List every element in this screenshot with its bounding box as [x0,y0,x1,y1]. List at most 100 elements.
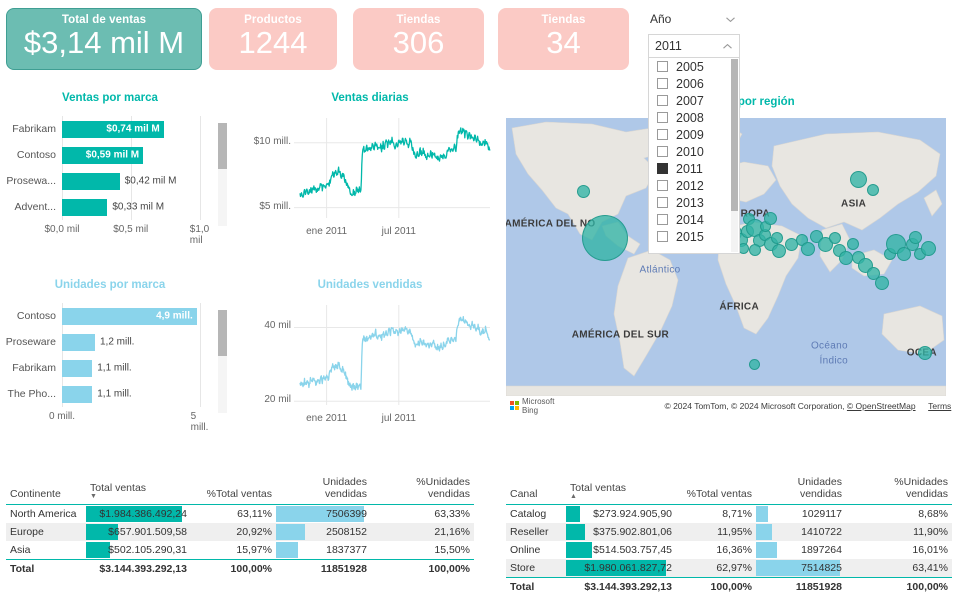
map-bubble[interactable] [800,241,815,256]
y-axis-tick-label: 40 mil [264,320,291,332]
map-bubble[interactable] [771,231,784,244]
map-bubble[interactable] [582,214,628,261]
bar-fill[interactable] [62,172,120,190]
map-bubble[interactable] [908,231,922,245]
bar-row[interactable]: Fabrikam 1,1 mill. [4,359,216,377]
slicer-option-2012[interactable]: 2012 [649,177,739,194]
table-row[interactable]: Reseller $375.902.801,06 11,95% 1410722 11,9… [506,523,952,541]
column-header-4[interactable]: %Unidades vendidas [371,474,474,505]
column-header-1[interactable]: Total ventas ▲ [566,474,676,505]
map-bubble[interactable] [749,244,762,257]
slicer-scrollbar-thumb[interactable] [731,59,738,211]
total-cell: 100,00% [676,577,756,596]
checkbox-icon[interactable] [657,146,668,157]
map-bubble[interactable] [763,211,777,225]
scrollbar-thumb[interactable] [218,310,227,356]
table-row[interactable]: Catalog $273.924.905,90 8,71% 1029117 8,68% [506,505,952,524]
slicer-option-2009[interactable]: 2009 [649,126,739,143]
chart-title: Ventas por marca [62,92,158,104]
kpi-card-tiendas-2[interactable]: Tiendas 34 [498,8,629,70]
cell-value: Reseller [506,523,566,541]
bar-row[interactable]: Contoso 4,9 mill. [4,307,216,325]
column-header-2[interactable]: %Total ventas [191,474,276,505]
column-header-4[interactable]: %Unidades vendidas [846,474,952,505]
terms-link[interactable]: Terms [928,401,951,411]
map-bubble[interactable] [749,358,761,370]
slicer-option-2005[interactable]: 2005 [649,58,739,75]
map-bubble[interactable] [917,345,932,360]
sort-desc-icon[interactable]: ▼ [90,493,187,500]
slicer-option-2008[interactable]: 2008 [649,109,739,126]
bar-fill[interactable] [62,198,108,216]
chart-unidades-por-marca[interactable]: Unidades por marca Contoso 4,9 mill. Prose… [4,279,216,439]
checkbox-icon[interactable] [657,129,668,140]
map-bubble[interactable] [576,185,590,199]
slicer-ano[interactable]: Año 2011 2005 2006 2007 2008 2009 2010 2011 201… [648,10,740,254]
slicer-option-2006[interactable]: 2006 [649,75,739,92]
chart-ventas-diarias[interactable]: Ventas diarias $5 mill. $10 mill. ene 201… [244,92,496,254]
chart-unidades-vendidas[interactable]: Unidades vendidas 20 mil 40 mil ene 2011 j… [244,279,496,441]
bar-data-label: 4,9 mill. [156,310,193,322]
openstreetmap-link[interactable]: © OpenStreetMap [847,401,916,411]
map-bubble[interactable] [849,170,867,188]
slicer-option-2013[interactable]: 2013 [649,194,739,211]
table-row[interactable]: North America $1.984.386.492,24 63,11% 7506… [6,505,474,524]
sort-asc-icon[interactable]: ▲ [570,493,672,500]
bar-row[interactable]: Fabrikam $0,74 mil M [4,120,216,138]
chart-ventas-por-marca[interactable]: Ventas por marca Fabrikam $0,74 mil M Cont… [4,92,216,252]
table-row[interactable]: Europe $657.901.509,58 20,92% 2508152 21,16% [6,523,474,541]
checkbox-icon[interactable] [657,95,668,106]
map-bubble[interactable] [829,231,842,244]
bar-fill[interactable] [62,359,93,377]
table-continente[interactable]: Continente Total ventas ▼ %Total ventas Unid… [6,474,474,578]
checkbox-icon[interactable] [657,112,668,123]
table-canal[interactable]: Canal Total ventas ▲ %Total ventas Unidades … [506,474,952,596]
bar-fill[interactable] [62,333,95,351]
slicer-option-2010[interactable]: 2010 [649,143,739,160]
checkbox-icon[interactable] [657,231,668,242]
slicer-option-label: 2013 [676,195,704,210]
column-header-1[interactable]: Total ventas ▼ [86,474,191,505]
checkbox-icon[interactable] [657,78,668,89]
bar-row[interactable]: Advent... $0,33 mil M [4,198,216,216]
bar-row[interactable]: Contoso $0,59 mil M [4,146,216,164]
column-header-3[interactable]: Unidades vendidas [756,474,846,505]
column-header-2[interactable]: %Total ventas [676,474,756,505]
kpi-card-tiendas-1[interactable]: Tiendas 306 [353,8,484,70]
bar-track: 1,1 mill. [62,359,216,377]
slicer-dropdown-list[interactable]: 2005 2006 2007 2008 2009 2010 2011 2012 2013 2014… [648,58,740,254]
slicer-option-2011[interactable]: 2011 [649,160,739,177]
chevron-down-icon[interactable] [725,14,736,25]
slicer-option-2014[interactable]: 2014 [649,211,739,228]
table-row[interactable]: Online $514.503.757,45 16,36% 1897264 16,01% [506,541,952,559]
slicer-options[interactable]: 2005 2006 2007 2008 2009 2010 2011 2012 2013 2014… [649,58,739,245]
bar-fill[interactable] [62,385,93,403]
slicer-header[interactable]: Año [648,10,740,28]
kpi-card-productos[interactable]: Productos 1244 [209,8,337,70]
map-bubble[interactable] [838,251,853,266]
kpi-card-total-de-ventas[interactable]: Total de ventas $3,14 mil M [6,8,202,70]
checkbox-checked-icon[interactable] [657,163,668,174]
bar-row[interactable]: Proseware 1,2 mill. [4,333,216,351]
checkbox-icon[interactable] [657,180,668,191]
checkbox-icon[interactable] [657,214,668,225]
slicer-option-2015[interactable]: 2015 [649,228,739,245]
column-header-3[interactable]: Unidades vendidas [276,474,371,505]
column-header-0[interactable]: Canal [506,474,566,505]
column-header-0[interactable]: Continente [6,474,86,505]
scrollbar-thumb[interactable] [218,123,227,169]
scrollbar-unidades-por-marca[interactable] [218,310,227,413]
slicer-selected-value-box[interactable]: 2011 [648,34,740,58]
map-bubble[interactable] [920,241,936,257]
scrollbar-ventas-por-marca[interactable] [218,123,227,226]
cell-value: 1837377 [326,544,367,556]
bar-row[interactable]: Prosewa... $0,42 mil M [4,172,216,190]
bar-row[interactable]: The Pho... 1,1 mill. [4,385,216,403]
bar-category-label: Contoso [16,149,56,161]
chevron-up-icon[interactable] [722,41,733,52]
checkbox-icon[interactable] [657,61,668,72]
slicer-option-2007[interactable]: 2007 [649,92,739,109]
table-row[interactable]: Store $1.980.061.827,72 62,97% 7514825 63,41… [506,559,952,578]
checkbox-icon[interactable] [657,197,668,208]
table-row[interactable]: Asia $502.105.290,31 15,97% 1837377 15,50% [6,541,474,560]
